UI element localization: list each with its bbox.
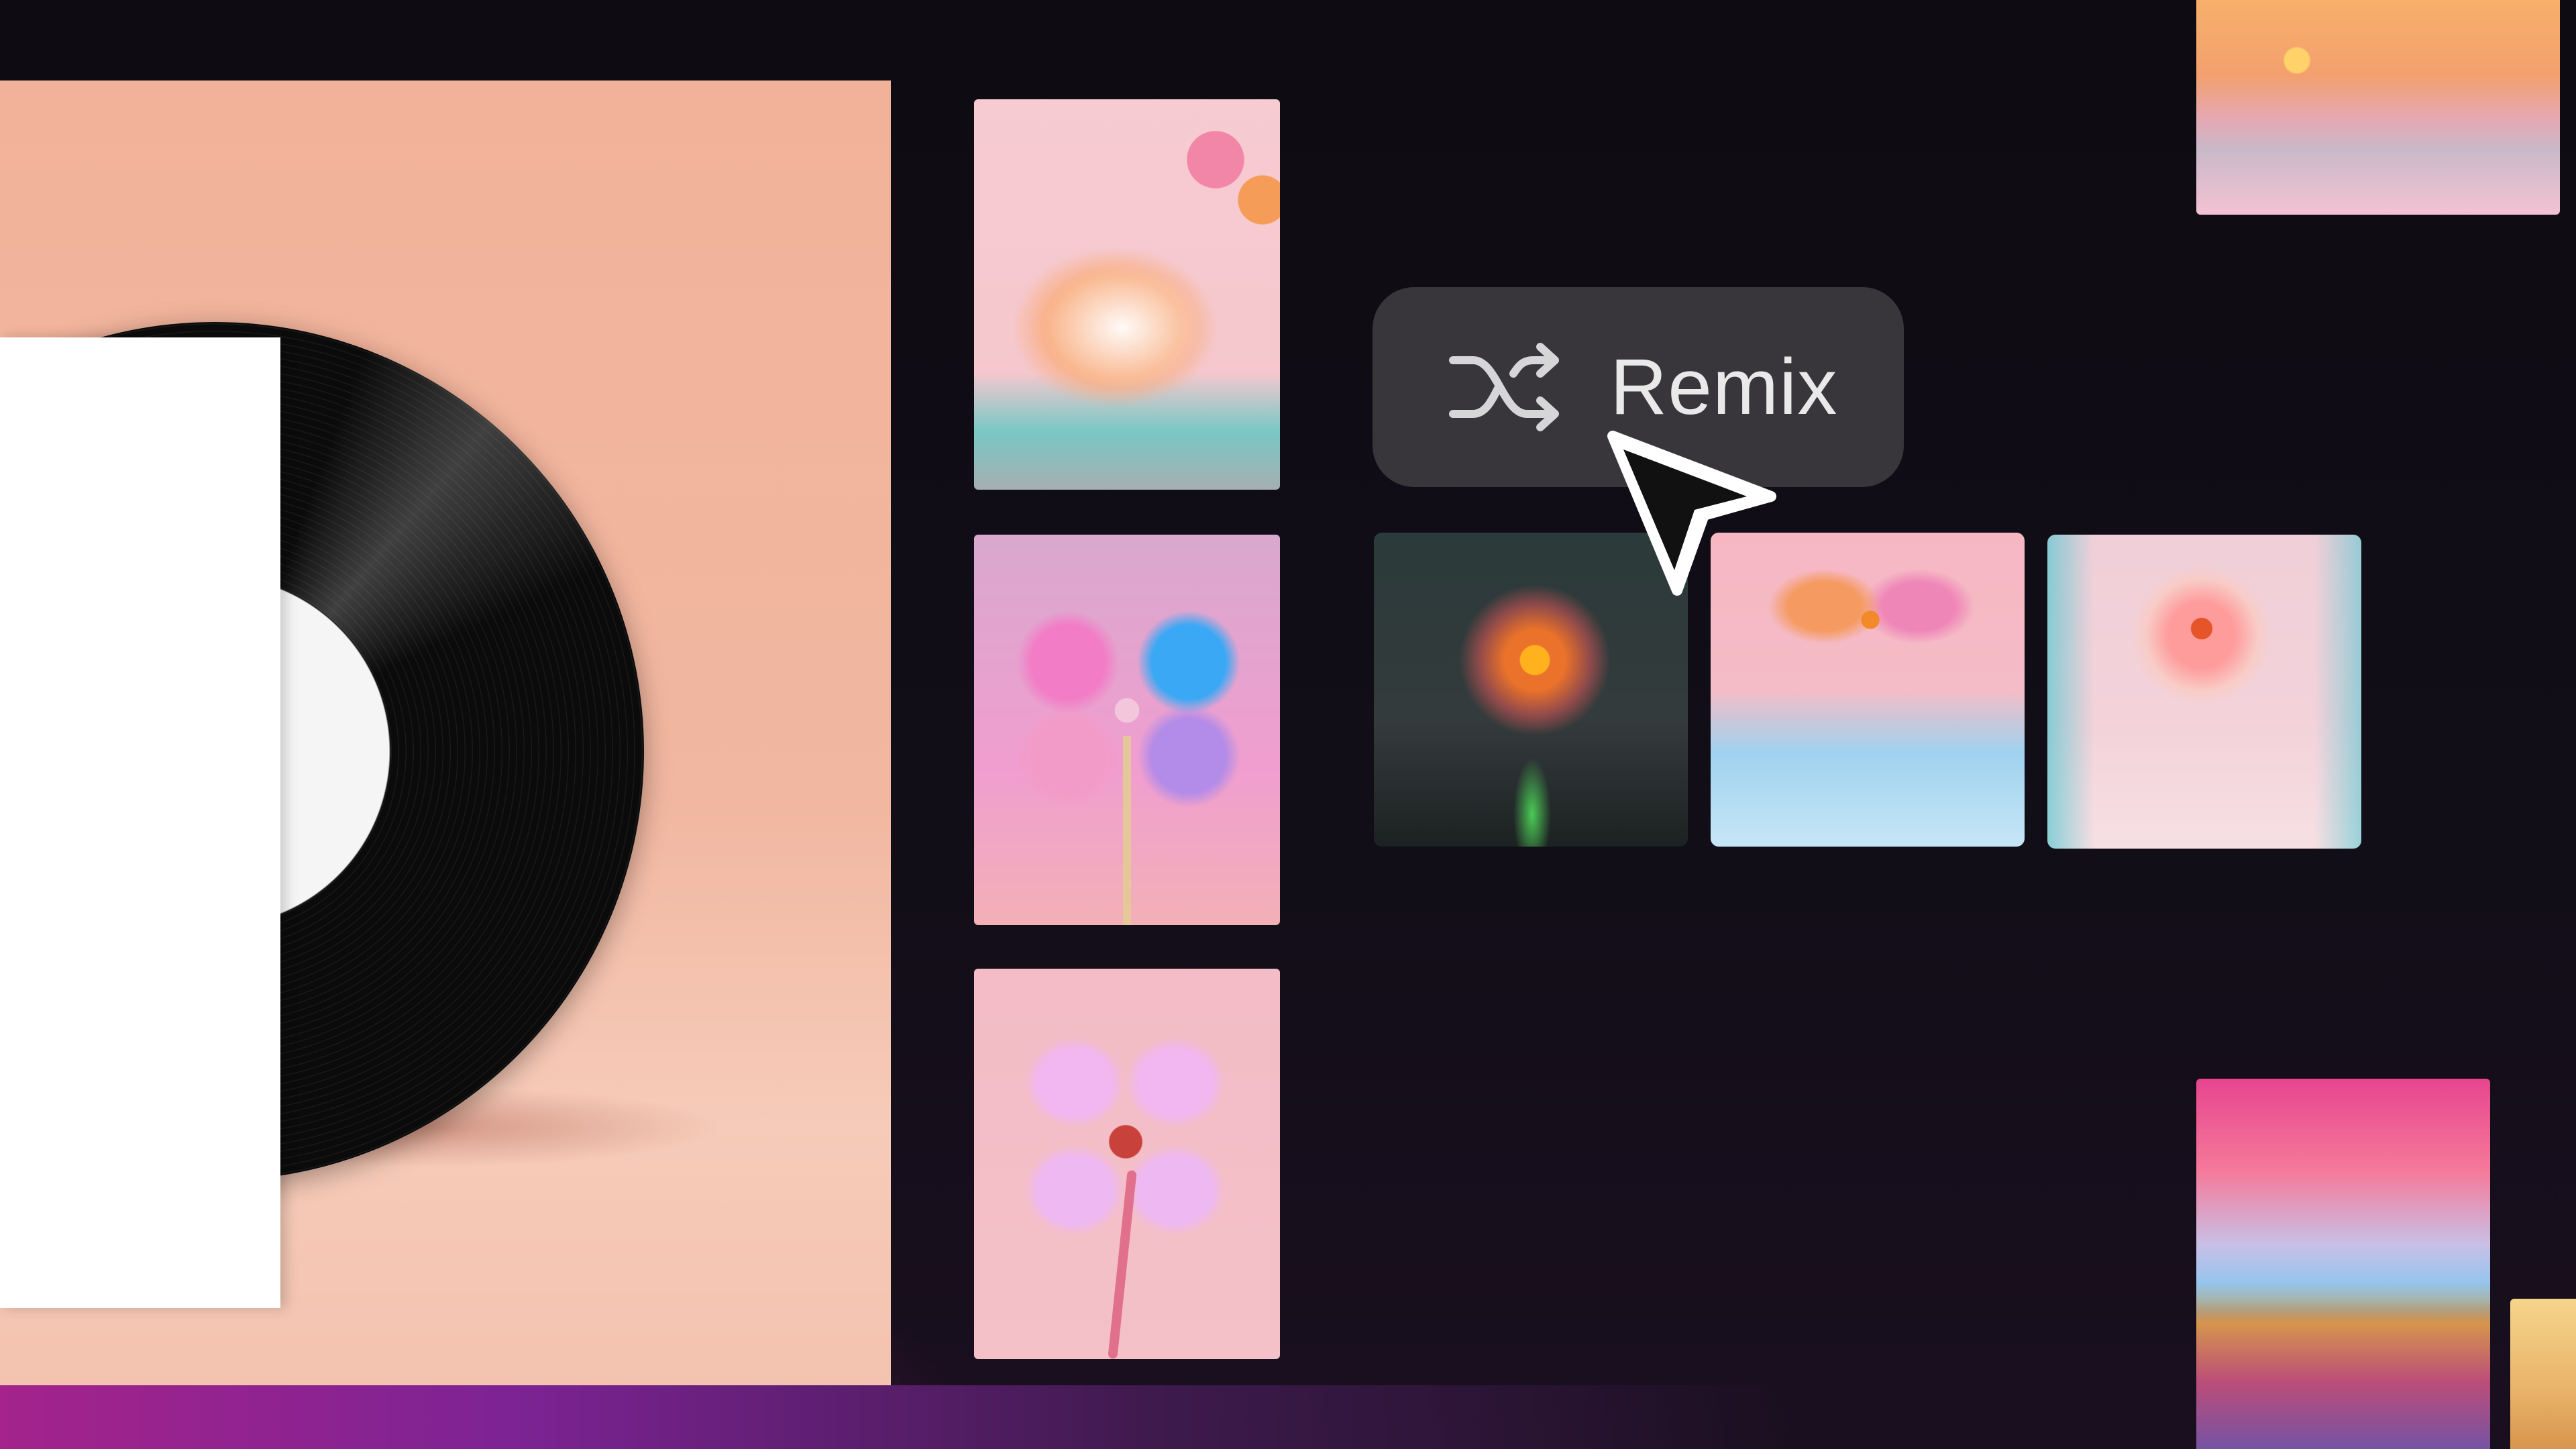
remix-button-label: Remix (1610, 343, 1838, 431)
remix-result-kitchen-flower[interactable] (2047, 535, 2361, 849)
thumbnail-partial[interactable] (2510, 1299, 2576, 1449)
thumbnail-flower-field[interactable] (2196, 1079, 2490, 1449)
thumbnail-sunset-terrace[interactable] (2196, 0, 2560, 215)
shuffle-icon (1446, 333, 1567, 441)
thumbnail-balloon-flower-blue[interactable] (974, 535, 1280, 925)
bottom-gradient-bar (0, 1385, 2576, 1449)
arrow-pointer-icon (1607, 431, 1776, 596)
thumbnail-balloon-flower-table[interactable] (974, 99, 1280, 490)
vinyl-mockup-canvas[interactable] (0, 80, 891, 1385)
album-sleeve[interactable] (0, 337, 280, 1308)
thumbnail-glowing-flower[interactable] (974, 969, 1280, 1359)
